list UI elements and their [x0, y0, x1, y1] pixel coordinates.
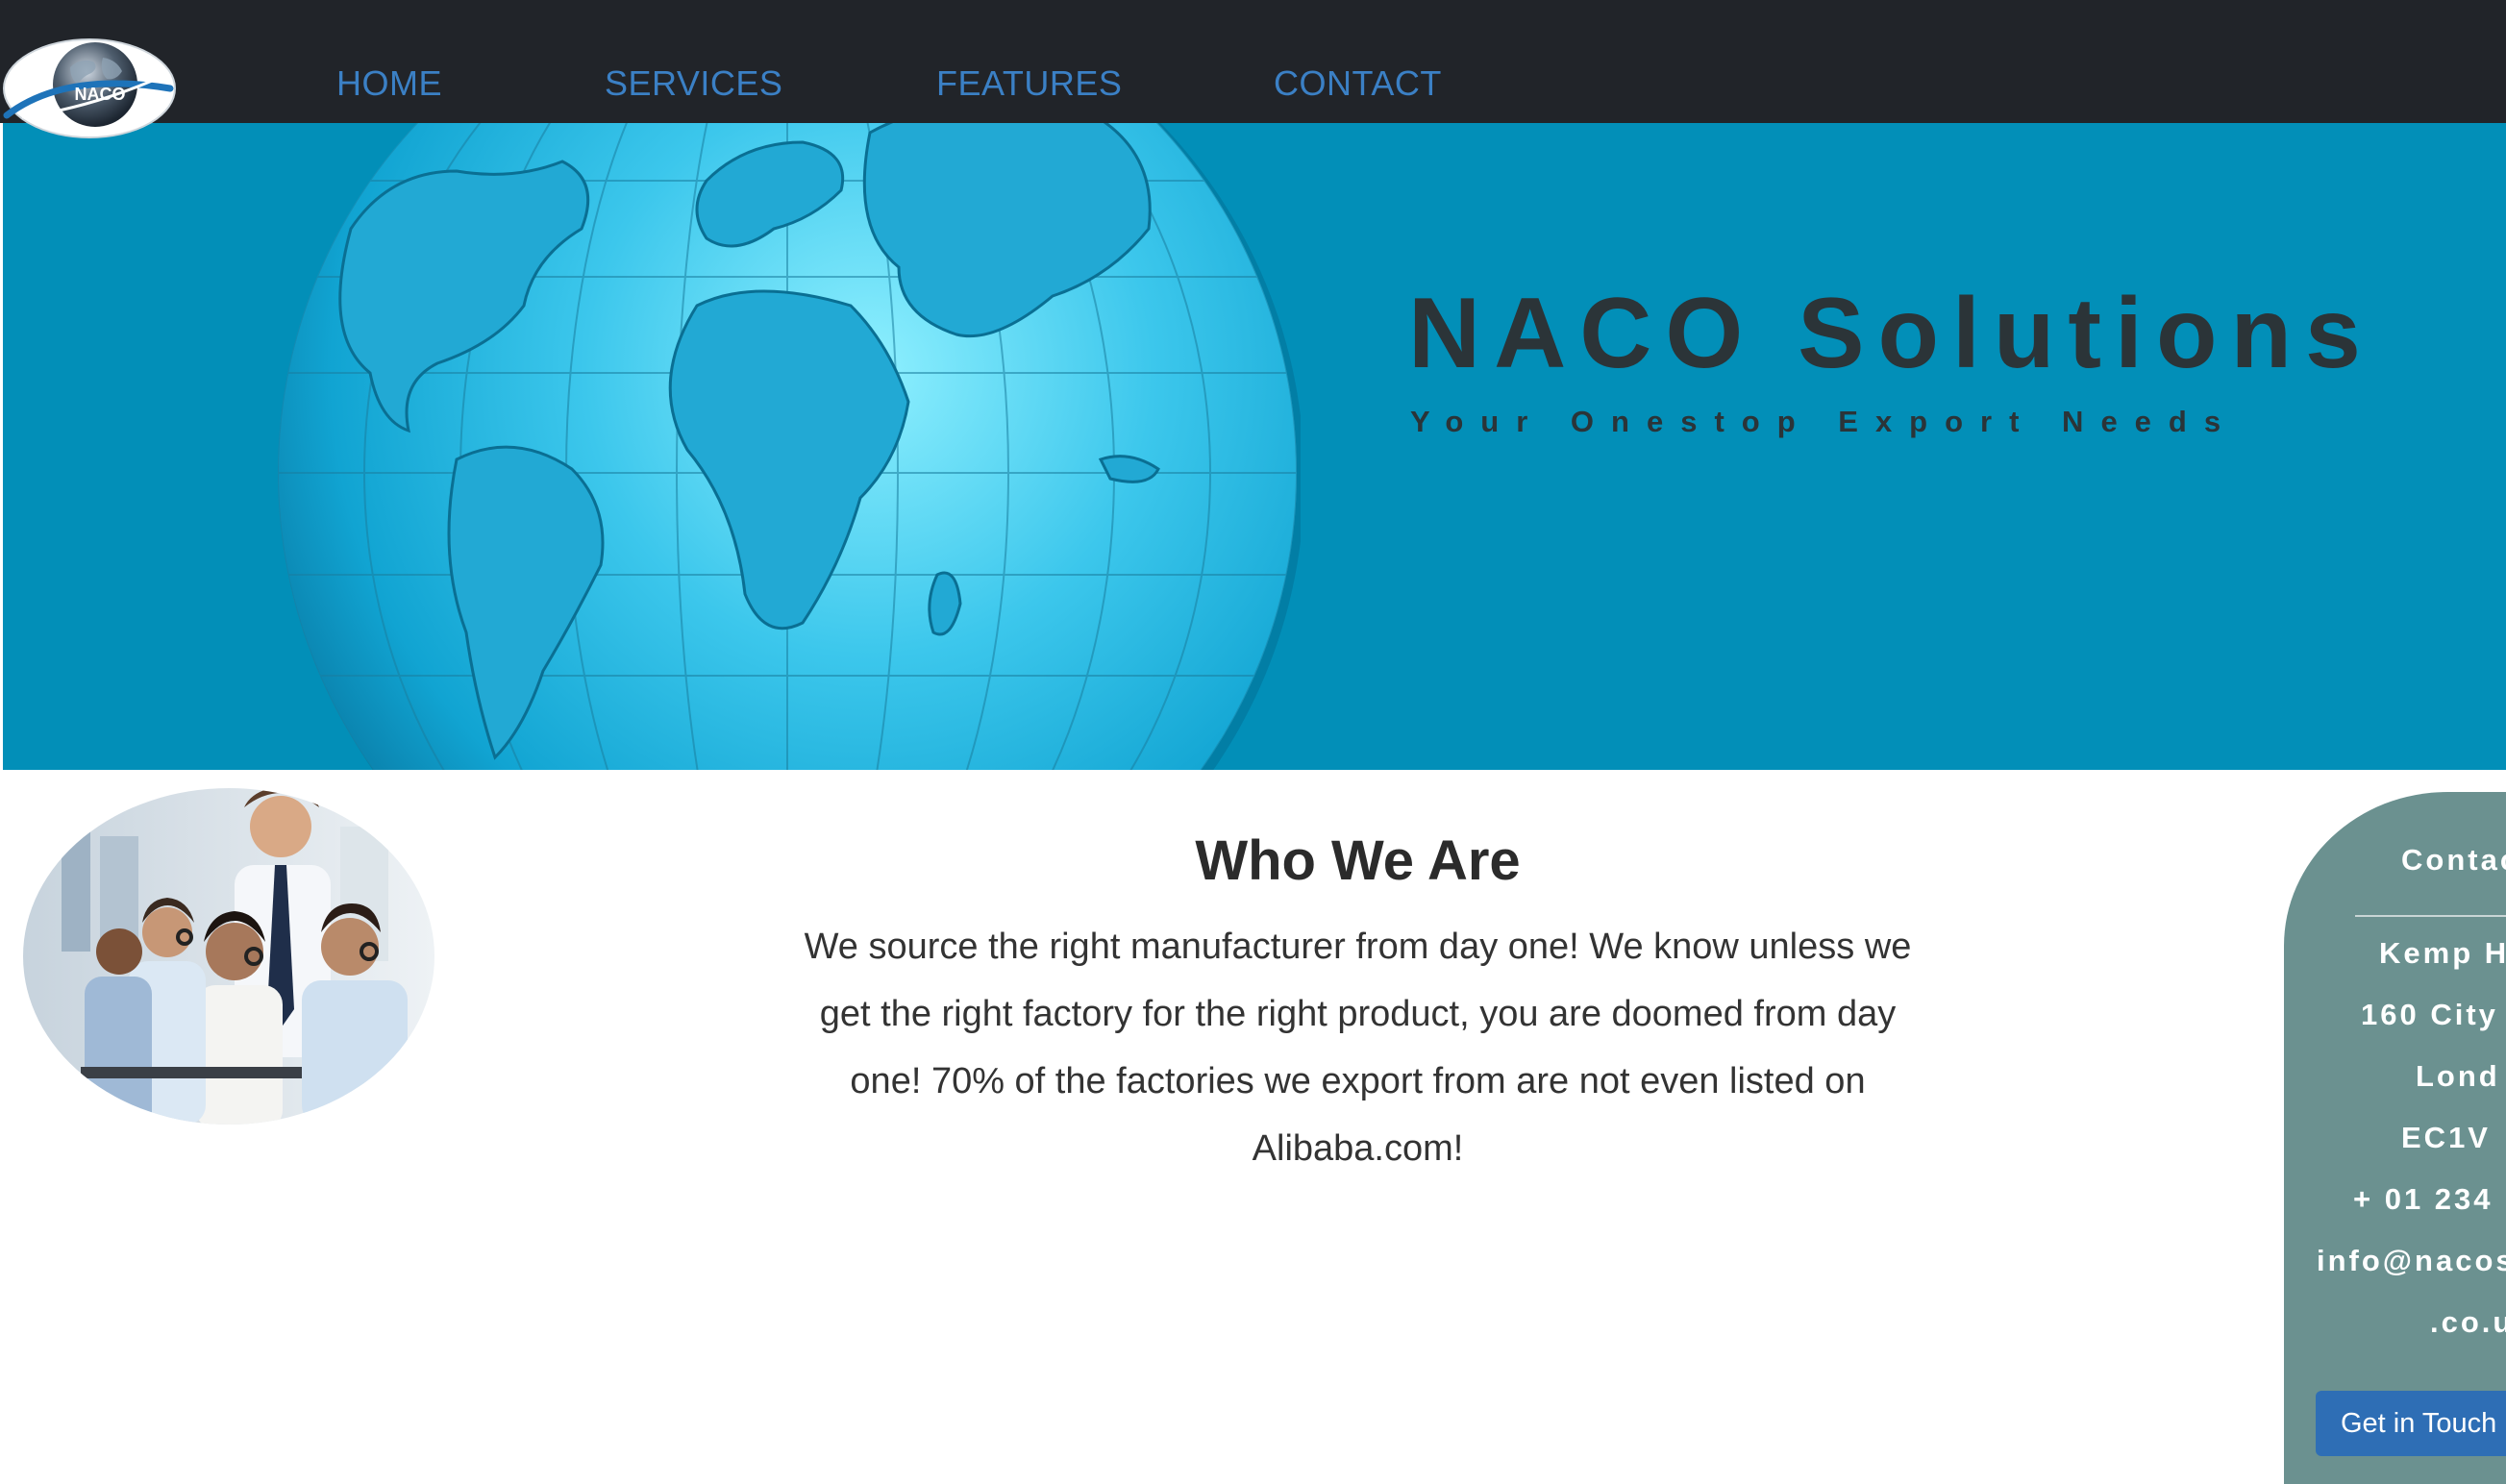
nav-home-link[interactable]: HOME: [336, 63, 442, 104]
contact-phone: + 01 234: [2353, 1182, 2494, 1216]
hero-title: NACO Solutions: [1408, 278, 2374, 389]
contact-address-line-1: Kemp H: [2379, 936, 2506, 970]
contact-email-line-1[interactable]: info@nacos: [2317, 1244, 2506, 1278]
contact-postcode: EC1V: [2401, 1121, 2491, 1154]
about-heading: Who We Are: [1195, 829, 1521, 892]
hero-banner: NACO Solutions Your Onestop Export Needs: [3, 123, 2506, 770]
contact-address-line-3: Lond: [2416, 1059, 2500, 1093]
team-photo: [23, 788, 434, 1125]
contact-email-line-2[interactable]: .co.u: [2430, 1305, 2506, 1340]
nav-contact-link[interactable]: CONTACT: [1274, 63, 1442, 104]
contact-heading: Contac: [2401, 843, 2506, 877]
naco-logo[interactable]: NACO: [3, 38, 176, 138]
logo-text: NACO: [75, 85, 126, 104]
top-navbar: HOME SERVICES FEATURES CONTACT: [0, 0, 2506, 123]
contact-address-line-2: 160 City: [2361, 998, 2498, 1031]
about-paragraph: We source the right manufacturer from da…: [804, 927, 1912, 1169]
world-globe-image: [278, 123, 1301, 770]
hero-subtitle: Your Onestop Export Needs: [1410, 405, 2239, 438]
contact-divider: [2355, 915, 2506, 917]
nav-services-link[interactable]: SERVICES: [605, 63, 782, 104]
get-in-touch-button[interactable]: Get in Touch: [2316, 1391, 2506, 1456]
nav-features-link[interactable]: FEATURES: [936, 63, 1122, 104]
contact-card: Contac Kemp H 160 City Lond EC1V + 01 23…: [2284, 792, 2506, 1484]
